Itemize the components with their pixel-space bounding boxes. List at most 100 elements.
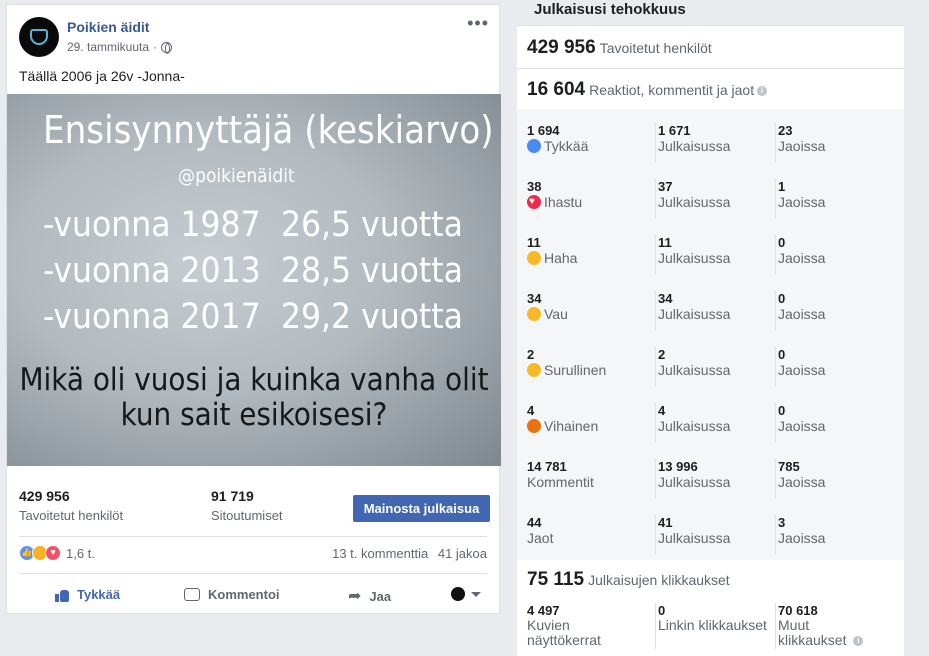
photo-views-value: 4 497 xyxy=(527,603,560,618)
insights-reach: 429 956 Tavoitetut henkilöt xyxy=(527,37,712,59)
breakdown-row: 38Ihastu 37Julkaisussa 1Jaoissa xyxy=(517,179,904,235)
comment-button[interactable]: Kommentoi xyxy=(184,587,280,602)
shares-on-shares: 3 xyxy=(778,515,786,530)
more-options-icon[interactable]: ••• xyxy=(467,13,489,34)
on-post-label: Julkaisussa xyxy=(658,530,731,546)
love-reaction-icon: ♥ xyxy=(45,545,61,561)
link-clicks-value: 0 xyxy=(658,603,666,618)
sad-emoji-icon xyxy=(527,363,541,377)
shares-on-post: 41 xyxy=(658,515,673,530)
comments-count-link[interactable]: 13 t. kommenttia xyxy=(332,546,428,561)
insights-engagement: 16 604 Reaktiot, kommentit ja jaot i xyxy=(527,79,768,101)
breakdown-row: 11 Haha 11 Julkaisussa 0 Jaoissa xyxy=(517,235,904,291)
wow-label: Vau xyxy=(544,306,568,322)
on-shares-label: Jaoissa xyxy=(778,138,826,154)
like-on-shares: 23 xyxy=(778,123,793,138)
reached-value: 429 956 xyxy=(19,488,70,504)
comments-on-post: 13 996 xyxy=(658,459,698,474)
post-date[interactable]: 29. tammikuuta xyxy=(67,40,149,54)
globe-icon xyxy=(161,41,173,54)
on-post-label: Julkaisussa xyxy=(658,250,731,266)
info-icon[interactable]: i xyxy=(853,636,864,646)
image-year-2013: -vuonna 2013 xyxy=(43,251,261,291)
on-post-label: Julkaisussa xyxy=(658,362,731,378)
insights-reach-label: Tavoitetut henkilöt xyxy=(599,40,712,56)
reached-label: Tavoitetut henkilöt xyxy=(19,508,124,523)
insights-engagement-value: 16 604 xyxy=(527,79,586,100)
shares-count-link[interactable]: 41 jakoa xyxy=(438,546,487,561)
wow-emoji-icon xyxy=(527,307,541,321)
image-question-line-2: kun sait esikoisesi? xyxy=(120,397,388,433)
insights-clicks-value: 75 115 xyxy=(527,569,585,590)
post-image[interactable]: Ensisynnyttäjä (keskiarvo) @poikienäidit… xyxy=(7,94,501,466)
angry-on-post: 4 xyxy=(658,403,666,418)
image-age-1987: 26,5 vuotta xyxy=(281,205,463,245)
clicks-row: 4 497 Kuvien näyttökerrat 0 Linkin klikkauk… xyxy=(517,603,904,656)
love-on-post: 37 xyxy=(658,179,673,194)
on-shares-label: Jaoissa xyxy=(778,418,826,434)
photo-views-label-1: Kuvien xyxy=(527,617,570,633)
image-year-2017: -vuonna 2017 xyxy=(43,297,261,337)
like-label: Tykkää xyxy=(77,587,121,602)
engagement-label: Sitoutumiset xyxy=(211,508,283,523)
sad-label: Surullinen xyxy=(544,362,607,378)
insights-title: Julkaisusi tehokkuus xyxy=(534,1,686,18)
comment-label: Kommentoi xyxy=(208,587,280,602)
photo-views-label-2: näyttökerrat xyxy=(527,632,601,648)
on-post-label: Julkaisussa xyxy=(658,474,731,490)
on-shares-label: Jaoissa xyxy=(778,474,826,490)
shares-label: Jaot xyxy=(527,530,554,546)
haha-on-post: 11 xyxy=(658,235,672,250)
breakdown-row: 34 Vau 34 Julkaisussa 0 Jaoissa xyxy=(517,291,904,347)
reaction-count: 1,6 t. xyxy=(66,545,95,561)
image-handle: @poikienäidit xyxy=(178,165,295,187)
insights-panel: Julkaisusi tehokkuus 429 956 Tavoitetut h… xyxy=(517,0,904,656)
engagement-value: 91 719 xyxy=(211,488,254,504)
image-question-line-1: Mikä oli vuosi ja kuinka vanha olit xyxy=(19,362,489,398)
angry-emoji-icon xyxy=(527,419,541,433)
reaction-breakdown: 1 694 Tykkää 1 671 Julkaisussa 23 Jaoissa 3… xyxy=(517,109,904,560)
comments-on-shares: 785 xyxy=(778,459,800,474)
post-meta: 29. tammikuuta · xyxy=(67,40,173,54)
breakdown-row: 2 Surullinen 2 Julkaisussa 0 Jaoissa xyxy=(517,347,904,403)
info-icon[interactable]: i xyxy=(757,86,768,96)
wow-total: 34 xyxy=(527,291,542,306)
image-title: Ensisynnyttäjä (keskiarvo) xyxy=(43,108,494,152)
like-button[interactable]: Tykkää xyxy=(55,587,120,602)
love-label: Ihastu xyxy=(544,194,583,210)
thumbs-up-icon xyxy=(55,588,69,602)
boost-post-button[interactable]: Mainosta julkaisua xyxy=(353,495,490,522)
share-label: Jaa xyxy=(369,588,392,604)
audience-selector[interactable] xyxy=(451,587,481,601)
page-avatar-small-icon xyxy=(451,587,465,601)
sad-total: 2 xyxy=(527,347,535,362)
breakdown-row: 1 694 Tykkää 1 671 Julkaisussa 23 Jaoissa xyxy=(517,123,904,179)
like-total: 1 694 xyxy=(527,123,560,138)
insights-clicks: 75 115 Julkaisujen klikkaukset xyxy=(527,569,730,591)
like-on-post: 1 671 xyxy=(658,123,691,138)
comments-shares: 13 t. kommenttia 41 jakoa xyxy=(332,546,487,561)
on-shares-label: Jaoissa xyxy=(778,362,826,378)
share-arrow-icon: ➦ xyxy=(348,588,362,605)
haha-total: 11 xyxy=(527,235,541,250)
reaction-summary[interactable]: 👍 ♥ 1,6 t. xyxy=(19,545,95,561)
sad-on-post: 2 xyxy=(658,347,666,362)
breakdown-row: 14 781 Kommentit 13 996 Julkaisussa 785 Jao… xyxy=(517,459,904,515)
love-on-shares: 1 xyxy=(778,179,786,194)
page-avatar[interactable] xyxy=(19,17,59,57)
other-clicks-label-2: klikkaukset i xyxy=(778,633,864,648)
wow-on-post: 34 xyxy=(658,291,673,306)
insights-engagement-label: Reaktiot, kommentit ja jaot xyxy=(589,82,755,98)
angry-total: 4 xyxy=(527,403,535,418)
share-button[interactable]: ➦ Jaa xyxy=(348,586,391,606)
page-name-link[interactable]: Poikien äidit xyxy=(67,19,149,35)
haha-label: Haha xyxy=(544,250,578,266)
angry-label: Vihainen xyxy=(544,418,599,434)
chevron-down-icon xyxy=(471,591,481,597)
insights-reach-value: 429 956 xyxy=(527,37,596,58)
on-shares-label: Jaoissa xyxy=(778,194,826,210)
haha-on-shares: 0 xyxy=(778,235,786,250)
logo-icon xyxy=(30,29,48,45)
like-label: Tykkää xyxy=(544,138,589,154)
other-clicks-label-1: Muut xyxy=(778,617,810,633)
